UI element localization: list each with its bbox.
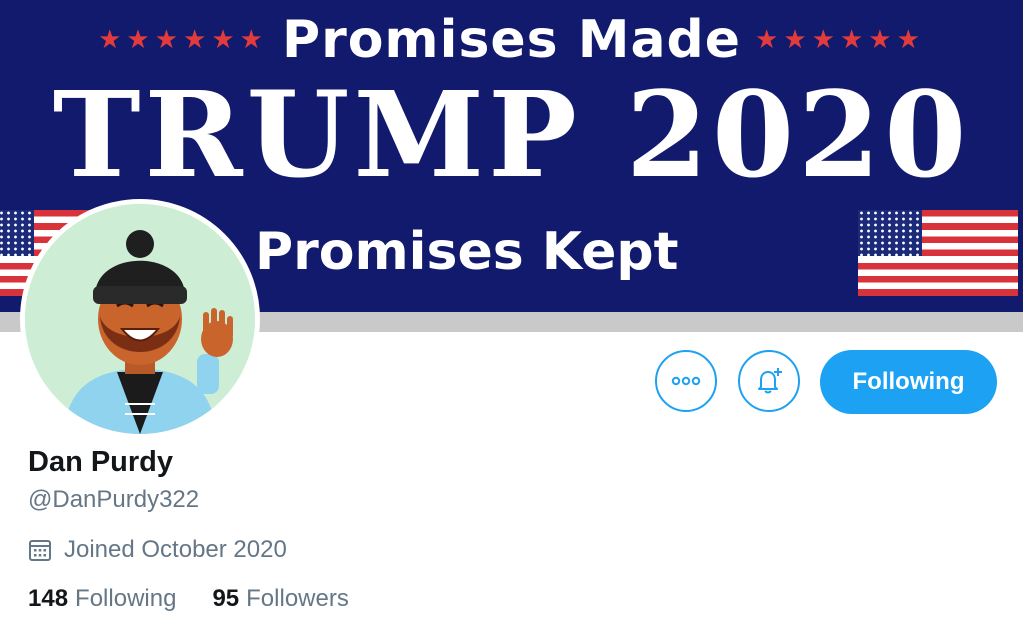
banner-main-line: TRUMP 2020 bbox=[52, 65, 971, 204]
follow-stats: 148 Following 95 Followers bbox=[28, 585, 349, 613]
following-button[interactable]: Following bbox=[820, 350, 997, 414]
more-button[interactable] bbox=[655, 350, 717, 412]
profile-page: ★★★★★★ Promises Made ★★★★★★ TRUMP 2020 P… bbox=[0, 0, 1023, 627]
followers-label: Followers bbox=[246, 585, 349, 612]
notifications-button[interactable] bbox=[738, 350, 800, 412]
followers-count: 95 bbox=[212, 585, 240, 612]
followers-stat-link[interactable]: 95 Followers bbox=[212, 585, 348, 613]
avatar[interactable] bbox=[20, 199, 260, 439]
avatar-memoji-image bbox=[25, 204, 255, 434]
bell-plus-icon bbox=[758, 368, 782, 394]
following-count: 148 bbox=[28, 585, 69, 612]
joined-date: Joined October 2020 bbox=[28, 536, 287, 564]
us-flag-icon bbox=[858, 210, 1018, 296]
banner-top-line: Promises Made bbox=[281, 10, 742, 70]
banner-stars-left: ★★★★★★ bbox=[98, 25, 268, 55]
following-label: Following bbox=[75, 585, 177, 612]
display-name: Dan Purdy bbox=[28, 446, 174, 478]
calendar-icon bbox=[29, 540, 51, 561]
user-handle: @DanPurdy322 bbox=[28, 486, 200, 513]
joined-text: Joined October 2020 bbox=[64, 536, 287, 563]
following-stat-link[interactable]: 148 Following bbox=[28, 585, 176, 613]
banner-stars-right: ★★★★★★ bbox=[755, 25, 925, 55]
banner-bottom-line: Promises Kept bbox=[255, 222, 679, 282]
more-icon bbox=[671, 376, 701, 386]
